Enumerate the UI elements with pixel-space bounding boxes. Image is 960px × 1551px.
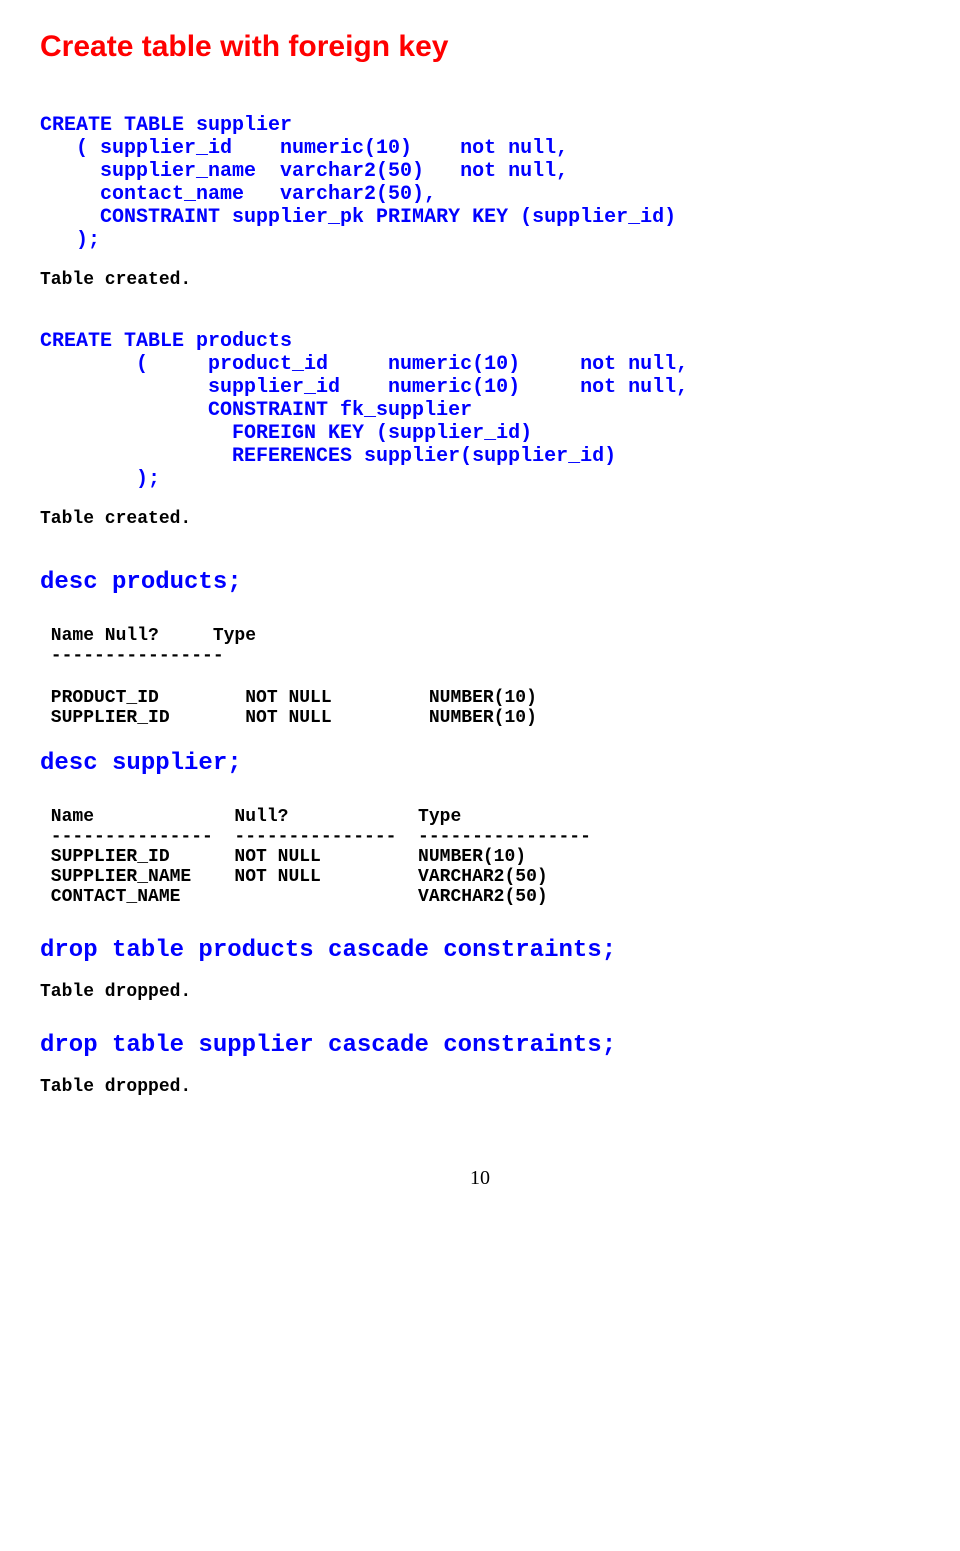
desc-products-command: desc products; bbox=[40, 569, 920, 596]
create-table-supplier-code: CREATE TABLE supplier ( supplier_id nume… bbox=[40, 114, 920, 252]
desc-products-rows: PRODUCT_ID NOT NULL NUMBER(10) SUPPLIER_… bbox=[40, 688, 920, 728]
desc-supplier-command: desc supplier; bbox=[40, 750, 920, 777]
status-table-dropped-2: Table dropped. bbox=[40, 1077, 920, 1097]
page-number: 10 bbox=[40, 1167, 920, 1190]
desc-supplier-rows: SUPPLIER_ID NOT NULL NUMBER(10) SUPPLIER… bbox=[40, 847, 920, 907]
create-table-products-code: CREATE TABLE products ( product_id numer… bbox=[40, 330, 920, 491]
drop-supplier-command: drop table supplier cascade constraints; bbox=[40, 1032, 920, 1059]
status-table-dropped-1: Table dropped. bbox=[40, 982, 920, 1002]
status-table-created-1: Table created. bbox=[40, 270, 920, 290]
status-table-created-2: Table created. bbox=[40, 509, 920, 529]
section-heading: Create table with foreign key bbox=[40, 30, 920, 64]
desc-products-divider: ---------------- bbox=[40, 646, 920, 666]
desc-supplier-header: Name Null? Type bbox=[40, 807, 920, 827]
desc-products-header: Name Null? Type bbox=[40, 626, 920, 646]
desc-supplier-divider: --------------- --------------- --------… bbox=[40, 827, 920, 847]
drop-products-command: drop table products cascade constraints; bbox=[40, 937, 920, 964]
